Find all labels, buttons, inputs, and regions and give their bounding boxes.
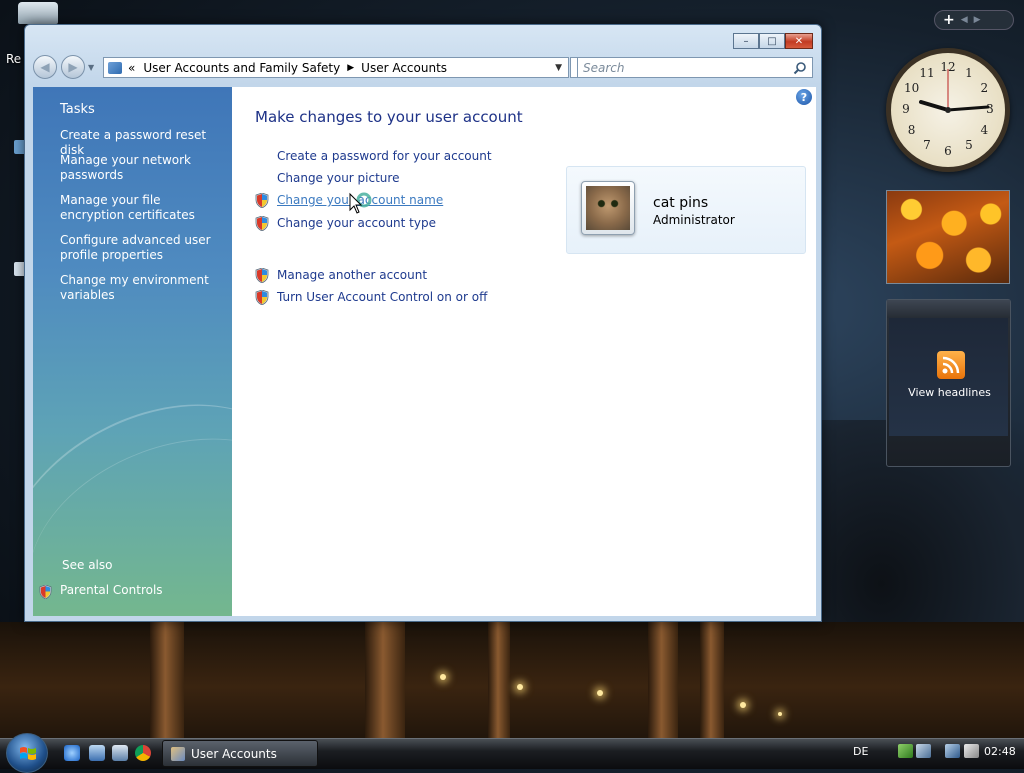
clock-numeral: 2: [980, 81, 989, 95]
tray-display-icon[interactable]: [945, 744, 960, 758]
previous-icon[interactable]: ◀: [961, 15, 968, 25]
clock-numeral: 11: [919, 65, 935, 80]
busy-cursor-icon: [349, 192, 372, 214]
switch-windows-icon[interactable]: [112, 745, 128, 761]
content-area: ? Make changes to your user account Crea…: [232, 87, 816, 616]
add-gadget-icon[interactable]: +: [943, 12, 955, 28]
link-parental-controls[interactable]: Parental Controls: [60, 583, 163, 597]
shield-icon: [39, 585, 52, 599]
show-desktop-icon[interactable]: [89, 745, 105, 761]
breadcrumb-family-safety[interactable]: User Accounts and Family Safety: [143, 61, 340, 75]
see-also-heading: See also: [62, 558, 113, 572]
page-title: Make changes to your user account: [255, 108, 523, 126]
clock-time[interactable]: 02:48: [984, 745, 1016, 758]
slideshow-gadget[interactable]: [886, 190, 1010, 284]
close-button[interactable]: ✕: [785, 33, 813, 49]
language-indicator[interactable]: DE: [853, 745, 868, 758]
control-panel-icon: [108, 61, 122, 74]
sidebar-controls: + ◀ ▶: [934, 10, 1014, 30]
chrome-icon[interactable]: [135, 745, 151, 761]
clock-numeral: 7: [923, 138, 931, 153]
task-manage-another-account[interactable]: Manage another account: [277, 268, 427, 282]
address-bar[interactable]: « User Accounts and Family Safety ▶ User…: [103, 57, 569, 78]
help-icon[interactable]: ?: [796, 89, 812, 105]
windows-logo-icon: [20, 747, 36, 760]
taskbar: [0, 738, 1024, 769]
recycle-bin-icon[interactable]: [18, 2, 58, 24]
feed-headlines-gadget[interactable]: View headlines: [886, 299, 1011, 467]
rss-icon: [937, 351, 965, 379]
address-dropdown-icon[interactable]: ▼: [555, 63, 562, 73]
clock-numeral: 10: [903, 81, 920, 95]
clock-numeral: 4: [980, 123, 989, 137]
clock-numeral: 9: [902, 102, 910, 116]
tray-windows-sidebar-icon[interactable]: [916, 744, 931, 758]
task-toggle-uac[interactable]: Turn User Account Control on or off: [277, 290, 487, 304]
task-change-picture[interactable]: Change your picture: [277, 171, 399, 185]
next-icon[interactable]: ▶: [974, 15, 981, 25]
search-input[interactable]: [577, 57, 813, 78]
link-manage-file-encryption[interactable]: Manage your file encryption certificates: [60, 193, 225, 223]
clock-numeral: 5: [965, 138, 973, 153]
wallpaper-forest: [0, 622, 1024, 740]
tasks-heading: Tasks: [60, 102, 95, 117]
internet-explorer-icon[interactable]: [64, 745, 80, 761]
tray-volume-muted-icon[interactable]: [964, 744, 979, 758]
task-create-password[interactable]: Create a password for your account: [277, 149, 492, 163]
maximize-button[interactable]: □: [759, 33, 785, 49]
clock-numeral: 1: [965, 65, 973, 80]
forward-button[interactable]: ▶: [61, 55, 85, 79]
breadcrumb-user-accounts[interactable]: User Accounts: [361, 61, 447, 75]
tray-network-icon[interactable]: [898, 744, 913, 758]
uac-shield-icon: [255, 216, 269, 231]
clock-numeral: 3: [986, 102, 994, 116]
back-button[interactable]: ◀: [33, 55, 57, 79]
uac-shield-icon: [255, 193, 269, 208]
clock-numeral: 6: [944, 144, 952, 158]
clock-numeral: 12: [940, 60, 956, 74]
task-pane: Tasks Create a password reset disk Manag…: [33, 87, 232, 616]
view-headlines-label[interactable]: View headlines: [887, 386, 1012, 399]
uac-shield-icon: [255, 290, 269, 305]
breadcrumb-prefix[interactable]: «: [128, 61, 135, 75]
search-icon[interactable]: [793, 61, 807, 75]
recent-pages-icon[interactable]: ▼: [88, 63, 94, 72]
minimize-button[interactable]: –: [733, 33, 759, 49]
account-card: cat pins Administrator: [566, 166, 806, 254]
breadcrumb-separator-icon[interactable]: ▶: [347, 63, 354, 73]
user-accounts-icon: [171, 747, 185, 761]
clock-gadget[interactable]: 12 1 2 3 4 5 6 7 8 9 10 11: [886, 48, 1010, 172]
start-button[interactable]: [6, 733, 48, 773]
link-advanced-profile-properties[interactable]: Configure advanced user profile properti…: [60, 233, 225, 263]
link-environment-variables[interactable]: Change my environment variables: [60, 273, 225, 303]
clock-numeral: 8: [907, 123, 916, 137]
task-change-account-type[interactable]: Change your account type: [277, 216, 436, 230]
taskbar-button-label: User Accounts: [191, 746, 277, 761]
uac-shield-icon: [255, 268, 269, 283]
desktop-icon-label: Re: [6, 52, 22, 66]
user-accounts-window: – □ ✕ ◀ ▶ ▼ « User Accounts and Family S…: [24, 24, 822, 622]
taskbar-user-accounts-button[interactable]: User Accounts: [162, 740, 318, 767]
link-manage-network-passwords[interactable]: Manage your network passwords: [60, 153, 225, 183]
account-role: Administrator: [653, 213, 735, 227]
avatar[interactable]: [581, 181, 635, 235]
account-name: cat pins: [653, 195, 709, 211]
caption-buttons: – □ ✕: [733, 33, 813, 49]
